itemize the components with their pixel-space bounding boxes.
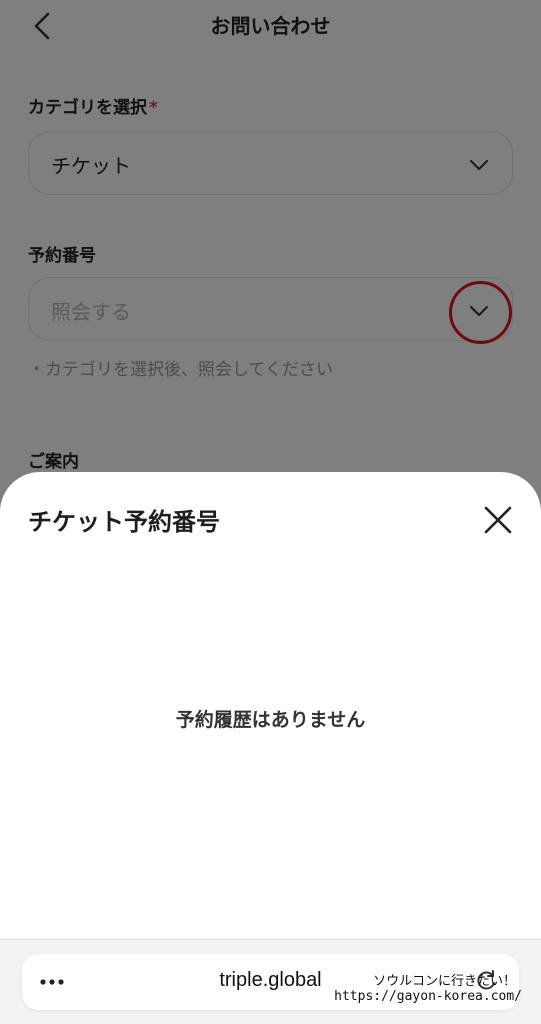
- empty-state-message: 予約履歴はありません: [175, 709, 366, 731]
- close-button[interactable]: [478, 500, 518, 540]
- watermark-line1: ソウルコンに行きたい！: [373, 974, 516, 989]
- watermark: ソウルコンに行きたい！ https://gayon-korea.com/: [326, 970, 522, 1004]
- sheet-title: チケット予約番号: [28, 508, 220, 536]
- watermark-line2: https://gayon-korea.com/: [334, 989, 522, 1004]
- close-icon: [484, 506, 512, 534]
